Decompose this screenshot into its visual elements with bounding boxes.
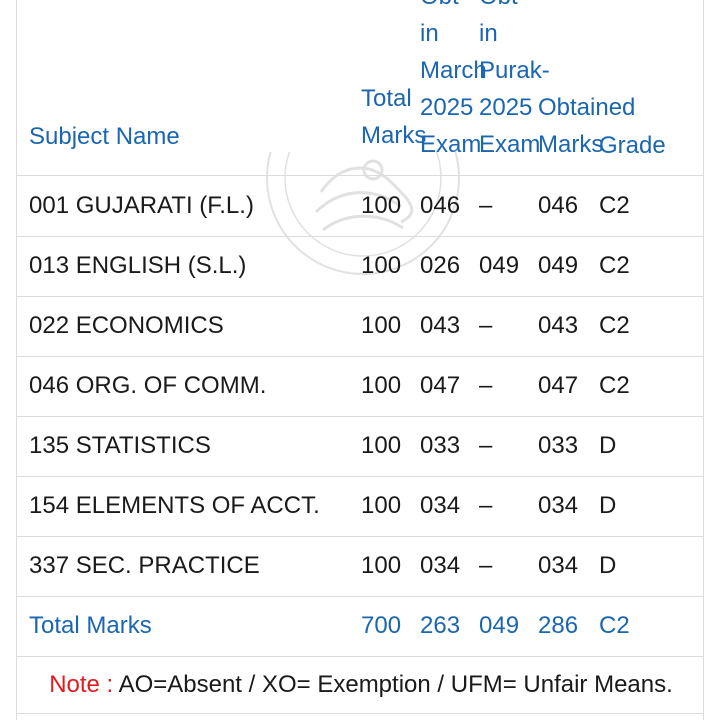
total-marks-row: Total Marks 700 263 049 286 C2 <box>17 597 703 657</box>
note-text: AO=Absent / XO= Exemption / UFM= Unfair … <box>113 671 673 698</box>
table-row: 337 SEC. PRACTICE 100 034 – 034 D <box>17 537 703 597</box>
march-marks: 033 <box>420 432 461 459</box>
purak-marks: – <box>479 552 493 579</box>
note-label: Note : <box>49 671 114 698</box>
total-marks: 100 <box>361 432 402 459</box>
result-card: Subject Name Total Marks Obt in March 20… <box>16 0 704 720</box>
grand-purak-marks: 049 <box>479 612 520 639</box>
purak-marks: – <box>479 312 493 339</box>
header-total-marks: Total Marks <box>361 85 427 149</box>
purak-marks: – <box>479 492 493 519</box>
obtained-marks: 047 <box>538 372 579 399</box>
grade: C2 <box>599 252 630 279</box>
header-march-exam: Obt in March 2025 Exam <box>420 0 487 158</box>
obtained-marks: 049 <box>538 252 579 279</box>
total-marks: 100 <box>361 492 402 519</box>
table-row: 022 ECONOMICS 100 043 – 043 C2 <box>17 297 703 357</box>
table-row: 013 ENGLISH (S.L.) 100 026 049 049 C2 <box>17 237 703 297</box>
total-label: Total Marks <box>29 612 152 639</box>
grade: D <box>599 552 617 579</box>
header-grade: Grade <box>599 132 666 159</box>
subject-name: 135 STATISTICS <box>29 432 211 459</box>
march-marks: 047 <box>420 372 461 399</box>
grand-obtained-marks: 286 <box>538 612 579 639</box>
obtained-marks: 046 <box>538 192 579 219</box>
purak-marks: 049 <box>479 252 520 279</box>
grand-march-marks: 263 <box>420 612 461 639</box>
grand-total-marks: 700 <box>361 612 402 639</box>
legend-note: Note : AO=Absent / XO= Exemption / UFM= … <box>17 656 703 714</box>
table-header: Subject Name Total Marks Obt in March 20… <box>17 0 703 176</box>
subject-name: 337 SEC. PRACTICE <box>29 552 260 579</box>
subject-name: 154 ELEMENTS OF ACCT. <box>29 492 320 519</box>
total-marks: 100 <box>361 552 402 579</box>
total-marks: 100 <box>361 372 402 399</box>
purak-marks: – <box>479 372 493 399</box>
grade: C2 <box>599 372 630 399</box>
overall-grade: C2 <box>599 612 630 639</box>
table-row: 135 STATISTICS 100 033 – 033 D <box>17 417 703 477</box>
march-marks: 034 <box>420 492 461 519</box>
purak-marks: – <box>479 192 493 219</box>
obtained-marks: 034 <box>538 492 579 519</box>
subject-name: 022 ECONOMICS <box>29 312 224 339</box>
table-row: 001 GUJARATI (F.L.) 100 046 – 046 C2 <box>17 177 703 237</box>
table-row: 046 ORG. OF COMM. 100 047 – 047 C2 <box>17 357 703 417</box>
march-marks: 046 <box>420 192 461 219</box>
obtained-marks: 034 <box>538 552 579 579</box>
total-marks: 100 <box>361 252 402 279</box>
subject-name: 046 ORG. OF COMM. <box>29 372 267 399</box>
header-subject-name: Subject Name <box>29 123 180 150</box>
grade: D <box>599 432 617 459</box>
table-row: 154 ELEMENTS OF ACCT. 100 034 – 034 D <box>17 477 703 537</box>
grade: C2 <box>599 192 630 219</box>
subject-name: 013 ENGLISH (S.L.) <box>29 252 247 279</box>
grade: D <box>599 492 617 519</box>
subject-name: 001 GUJARATI (F.L.) <box>29 192 254 219</box>
obtained-marks: 033 <box>538 432 579 459</box>
total-marks: 100 <box>361 312 402 339</box>
march-marks: 026 <box>420 252 461 279</box>
purak-marks: – <box>479 432 493 459</box>
total-marks: 100 <box>361 192 402 219</box>
march-marks: 034 <box>420 552 461 579</box>
grade: C2 <box>599 312 630 339</box>
march-marks: 043 <box>420 312 461 339</box>
obtained-marks: 043 <box>538 312 579 339</box>
